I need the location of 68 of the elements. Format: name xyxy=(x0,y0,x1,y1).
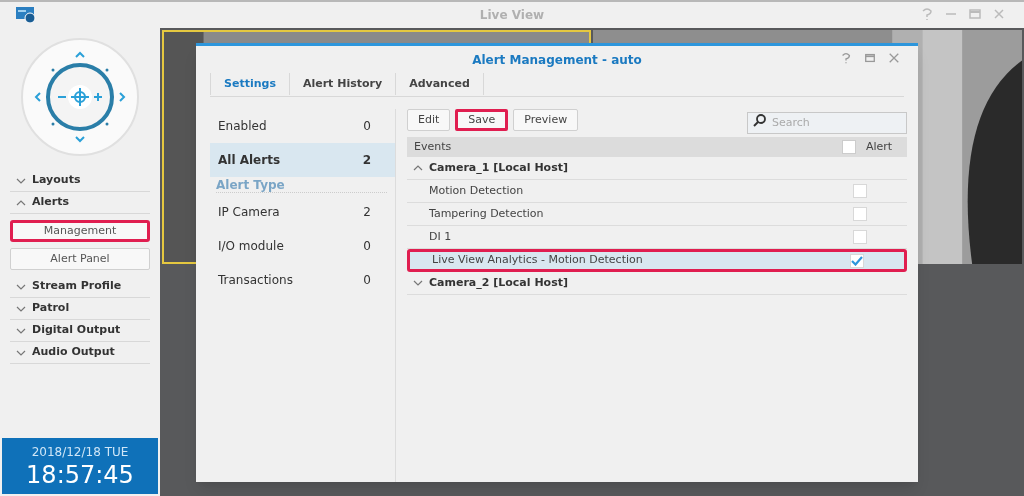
sidebar-button[interactable]: Management xyxy=(10,220,150,242)
event-row[interactable]: Live View Analytics - Motion Detection xyxy=(407,249,907,272)
search-icon xyxy=(753,114,766,127)
date-text: 2018/12/18 TUE xyxy=(31,444,129,461)
checkbox[interactable] xyxy=(842,140,856,154)
app-icon xyxy=(16,7,36,23)
category-count: 0 xyxy=(363,118,371,135)
section-header[interactable]: Patrol xyxy=(10,298,150,320)
category-label: Transactions xyxy=(218,272,293,289)
close-icon[interactable] xyxy=(992,7,1006,21)
event-label: Live View Analytics - Motion Detection xyxy=(432,252,644,269)
help-icon[interactable] xyxy=(840,52,852,64)
event-row[interactable]: Motion Detection xyxy=(407,180,907,203)
category-item[interactable]: Transactions 0 xyxy=(210,263,395,297)
category-count: 2 xyxy=(363,204,371,221)
search-field[interactable]: Search xyxy=(747,111,907,134)
section-header[interactable]: Stream Profile xyxy=(10,276,150,298)
column-header: Alert xyxy=(866,138,894,155)
maximize-icon[interactable] xyxy=(864,52,876,64)
category-label: All Alerts xyxy=(218,152,281,169)
toolbar-button[interactable]: Save xyxy=(455,109,509,131)
checkbox[interactable] xyxy=(853,184,867,198)
category-label: IP Camera xyxy=(218,204,280,221)
dialog-title: Alert Management - auto xyxy=(472,51,642,69)
time-text: 18:57:45 xyxy=(26,461,134,489)
section-header[interactable]: Alerts xyxy=(10,192,150,214)
toolbar-button[interactable]: Edit xyxy=(407,109,451,131)
category-item[interactable]: Enabled 0 xyxy=(210,109,395,143)
sidebar-button[interactable]: Alert Panel xyxy=(10,248,150,270)
event-row[interactable]: Tampering Detection xyxy=(407,203,907,226)
chevron-down-icon xyxy=(16,349,26,356)
checkbox[interactable] xyxy=(853,207,867,221)
category-item[interactable]: I/O module 0 xyxy=(210,229,395,263)
checkbox[interactable] xyxy=(853,230,867,244)
category-item[interactable]: All Alerts 2 xyxy=(210,143,395,177)
section-heading: Alert Type xyxy=(216,176,285,194)
tab[interactable]: Advanced xyxy=(396,73,484,95)
tab[interactable]: Settings xyxy=(210,73,290,95)
chevron-up-icon xyxy=(16,199,26,206)
tab[interactable]: Alert History xyxy=(289,73,397,95)
category-count: 2 xyxy=(362,152,371,169)
chevron-up-icon xyxy=(413,165,423,171)
section-header[interactable]: Digital Output xyxy=(10,320,150,342)
group-row[interactable]: Camera_1 [Local Host] xyxy=(407,157,907,180)
ptz-control-drawing[interactable] xyxy=(20,37,140,157)
category-count: 0 xyxy=(363,238,371,255)
checkbox[interactable] xyxy=(850,253,864,268)
section-header[interactable]: Layouts xyxy=(10,170,150,192)
group-row[interactable]: Camera_2 [Local Host] xyxy=(407,272,907,295)
chevron-down-icon xyxy=(413,280,423,286)
event-label: Motion Detection xyxy=(429,182,525,199)
chevron-down-icon xyxy=(16,177,26,184)
toolbar-button[interactable]: Preview xyxy=(513,109,579,131)
maximize-icon[interactable] xyxy=(968,7,982,21)
event-label: DI 1 xyxy=(429,228,453,245)
help-icon[interactable] xyxy=(920,7,934,21)
close-icon[interactable] xyxy=(888,52,900,64)
window-title: Live View xyxy=(479,7,545,24)
chevron-down-icon xyxy=(16,305,26,312)
chevron-down-icon xyxy=(16,327,26,334)
category-label: I/O module xyxy=(218,238,284,255)
event-label: Tampering Detection xyxy=(429,205,545,222)
column-header: Events xyxy=(414,138,453,155)
section-header[interactable]: Audio Output xyxy=(10,342,150,364)
category-item[interactable]: IP Camera 2 xyxy=(210,195,395,229)
category-label: Enabled xyxy=(218,118,267,135)
chevron-down-icon xyxy=(16,283,26,290)
category-count: 0 xyxy=(363,272,371,289)
